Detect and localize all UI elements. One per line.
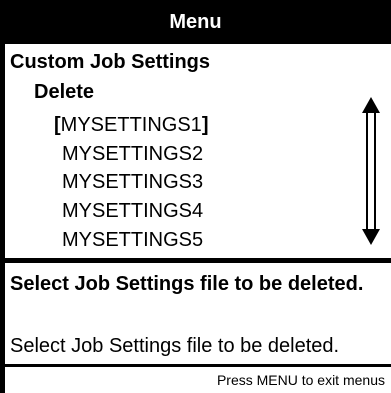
list-item-selected[interactable]: [MYSETTINGS1] xyxy=(54,113,208,137)
menu-section-title: Custom Job Settings xyxy=(10,51,211,73)
list-item-label: MYSETTINGS1 xyxy=(60,114,202,136)
help-panel: Select Job Settings file to be deleted. … xyxy=(5,263,391,364)
help-description: Select Job Settings file to be deleted. xyxy=(10,335,340,357)
menu-title: Menu xyxy=(169,11,222,33)
menu-header: Menu xyxy=(0,0,391,44)
selection-close-bracket: ] xyxy=(201,114,209,136)
scroll-indicator[interactable] xyxy=(362,97,380,245)
menu-list: Custom Job Settings Delete [MYSETTINGS1]… xyxy=(5,44,391,259)
scroll-up-down-icon xyxy=(362,97,380,245)
selection-open-bracket: [ xyxy=(54,114,61,136)
help-title: Select Job Settings file to be deleted. xyxy=(10,273,364,295)
list-item[interactable]: MYSETTINGS3 xyxy=(62,170,203,194)
footer-hint: Press MENU to exit menus xyxy=(216,372,385,388)
list-item[interactable]: MYSETTINGS2 xyxy=(62,142,203,166)
list-item[interactable]: MYSETTINGS4 xyxy=(62,199,203,223)
printer-menu-screen: Menu Custom Job Settings Delete [MYSETTI… xyxy=(0,0,391,393)
menu-submenu-title: Delete xyxy=(34,81,95,103)
list-item[interactable]: MYSETTINGS5 xyxy=(62,228,203,252)
